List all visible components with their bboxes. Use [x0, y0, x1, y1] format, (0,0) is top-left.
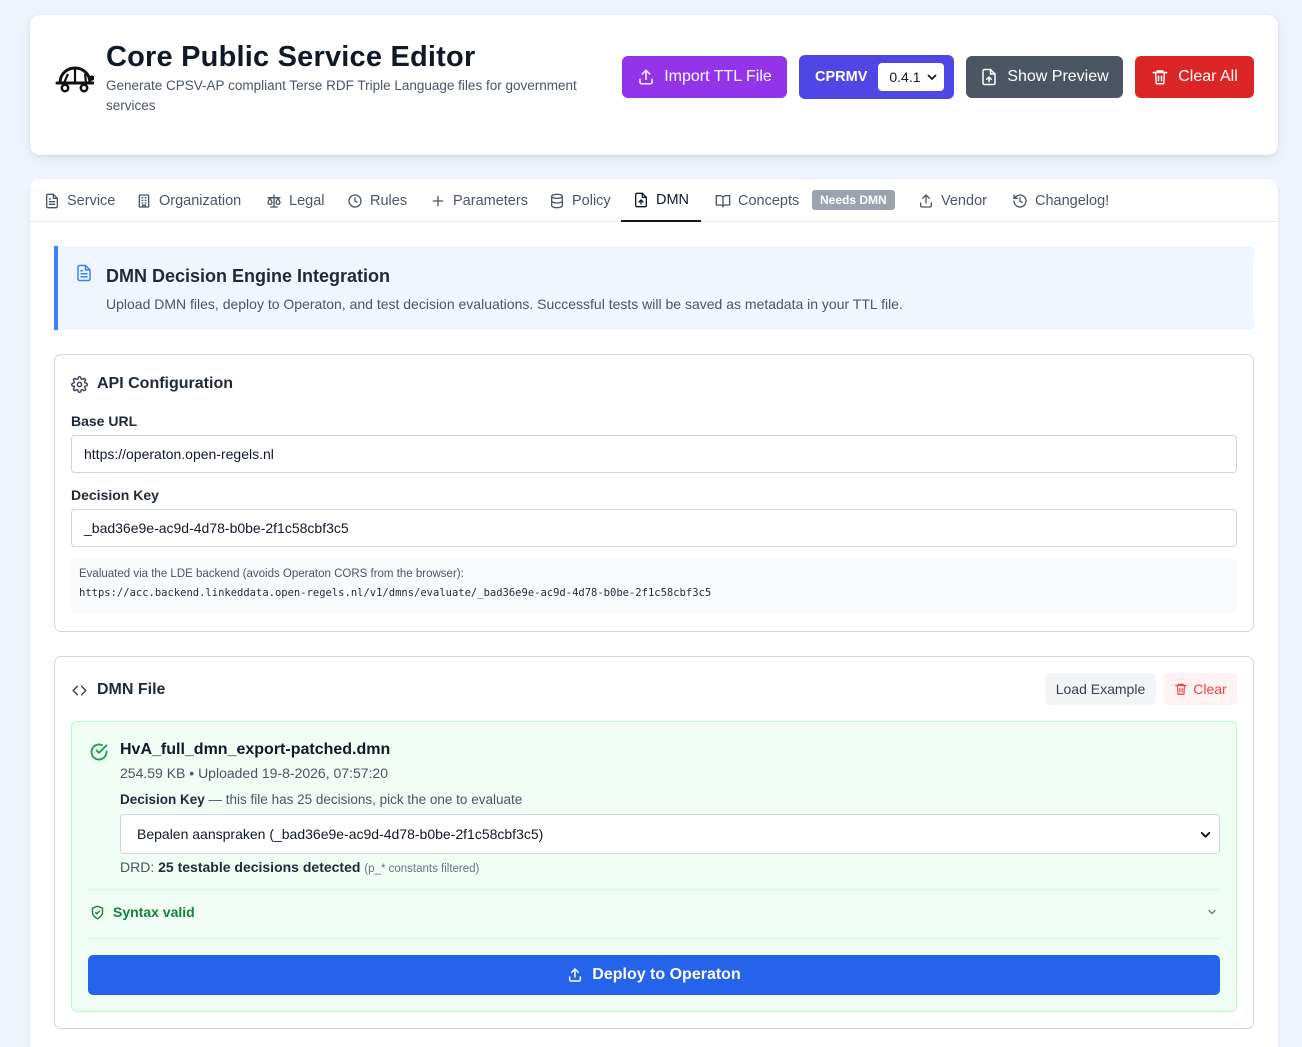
clear-all-button[interactable]: Clear All [1135, 56, 1254, 98]
tab-label: Parameters [453, 192, 528, 209]
tab-label: Policy [572, 192, 611, 209]
trash-icon [1152, 70, 1168, 85]
endpoint-info: Evaluated via the LDE backend (avoids Op… [71, 559, 1237, 613]
tab-label: Legal [289, 192, 325, 209]
show-preview-label: Show Preview [1007, 68, 1109, 85]
decision-key-input[interactable]: _bad36e9e-ac9d-4d78-b0be-2f1c58cbf3c5 [71, 509, 1237, 547]
upload-icon [639, 69, 653, 85]
code-icon [72, 685, 87, 695]
decision-key-hint-text: — this file has 25 decisions, pick the o… [204, 792, 523, 807]
building-icon [138, 193, 150, 208]
book-open-icon [715, 194, 731, 208]
main-card: Service Organization Legal Rules Paramet… [30, 179, 1278, 1047]
tab-changelog[interactable]: Changelog! [1012, 179, 1109, 222]
endpoint-url: https://acc.backend.linkeddata.open-rege… [79, 587, 712, 599]
app-title: Core Public Service Editor [106, 41, 476, 73]
uploaded-file-box: HvA_full_dmn_export-patched.dmn 254.59 K… [71, 721, 1237, 1012]
file-upload-icon [635, 192, 647, 207]
plus-icon [432, 195, 444, 206]
import-ttl-label: Import TTL File [664, 68, 772, 85]
upload-icon [920, 193, 932, 208]
drd-summary: DRD: 25 testable decisions detected (p_*… [120, 859, 479, 875]
tab-label: Service [67, 192, 116, 209]
divider [88, 889, 1220, 890]
tab-parameters[interactable]: Parameters [430, 179, 528, 222]
tab-label: Concepts [738, 192, 800, 209]
load-example-button[interactable]: Load Example [1045, 673, 1156, 705]
database-icon [551, 193, 563, 208]
endpoint-note: Evaluated via the LDE backend (avoids Op… [79, 568, 464, 580]
base-url-input[interactable]: https://operaton.open-regels.nl [71, 435, 1237, 473]
banner-title: DMN Decision Engine Integration [106, 266, 391, 286]
syntax-status-label: Syntax valid [113, 904, 195, 920]
file-name: HvA_full_dmn_export-patched.dmn [120, 741, 391, 758]
trash-icon [1175, 683, 1188, 695]
gear-icon [71, 375, 88, 393]
upload-icon [569, 968, 582, 982]
tab-organization[interactable]: Organization [136, 179, 241, 222]
tab-rules[interactable]: Rules [347, 179, 407, 222]
file-meta: 254.59 KB • Uploaded 19-8-2026, 07:57:20 [120, 765, 388, 781]
drd-prefix: DRD: [120, 859, 159, 875]
cprmv-version-group: CPRMV 0.4.1 [799, 55, 954, 99]
drd-note: (p_* constants filtered) [364, 863, 480, 875]
banner-text: Upload DMN files, deploy to Operaton, an… [106, 296, 903, 312]
api-configuration-heading: API Configuration [71, 375, 233, 393]
app-subtitle: Generate CPSV-AP compliant Terse RDF Tri… [106, 78, 577, 113]
decision-key-label: Decision Key [71, 487, 159, 503]
file-upload-icon [982, 68, 997, 86]
scale-icon [267, 193, 281, 208]
decision-key-select[interactable]: Bepalen aanspraken (_bad36e9e-ac9d-4d78-… [120, 814, 1220, 854]
show-preview-button[interactable]: Show Preview [966, 56, 1123, 98]
chevron-down-icon[interactable] [1206, 906, 1218, 918]
deploy-label: Deploy to Operaton [592, 966, 741, 983]
chevron-down-icon [1200, 831, 1211, 838]
clear-dmn-button[interactable]: Clear [1163, 673, 1238, 705]
history-icon [1013, 193, 1027, 208]
tab-service[interactable]: Service [44, 179, 115, 222]
dmn-file-title: DMN File [97, 681, 166, 698]
decision-key-hint-label: Decision Key [120, 792, 205, 807]
dmn-file-panel: DMN File Load Example Clear HvA_full_dmn… [54, 656, 1254, 1029]
needs-dmn-badge: Needs DMN [812, 190, 895, 210]
tab-label: DMN [656, 191, 690, 208]
info-banner: DMN Decision Engine Integration Upload D… [54, 246, 1254, 330]
clear-all-label: Clear All [1178, 68, 1238, 85]
chevron-down-icon [928, 74, 937, 80]
clear-dmn-label: Clear [1193, 681, 1227, 697]
tab-legal[interactable]: Legal [266, 179, 324, 222]
tab-label: Rules [370, 192, 408, 209]
import-ttl-button[interactable]: Import TTL File [622, 56, 787, 98]
check-circle-icon [90, 743, 108, 761]
shield-check-icon [91, 905, 104, 919]
tab-concepts[interactable]: Concepts [715, 179, 799, 222]
turtle-icon [55, 66, 94, 93]
tab-label: Organization [159, 192, 242, 209]
decision-key-hint: Decision Key — this file has 25 decision… [120, 792, 522, 807]
dmn-file-heading: DMN File [71, 681, 165, 699]
tab-label: Changelog! [1035, 192, 1110, 209]
tab-vendor[interactable]: Vendor [918, 179, 987, 222]
app-header: Core Public Service Editor Generate CPSV… [30, 15, 1278, 155]
cprmv-label: CPRMV [815, 69, 868, 85]
deploy-to-operaton-button[interactable]: Deploy to Operaton [88, 955, 1220, 995]
divider [88, 938, 1220, 939]
file-text-icon [77, 264, 91, 282]
tab-policy[interactable]: Policy [549, 179, 611, 222]
tab-label: Vendor [941, 192, 987, 209]
api-configuration-title: API Configuration [97, 375, 233, 392]
syntax-status-toggle[interactable]: Syntax valid [90, 904, 195, 920]
clock-icon [348, 193, 362, 208]
base-url-label: Base URL [71, 413, 138, 429]
tab-dmn[interactable]: DMN [621, 179, 702, 222]
cprmv-version-value: 0.4.1 [889, 69, 921, 85]
drd-count: 25 testable decisions detected [158, 859, 361, 875]
file-text-icon [46, 193, 58, 208]
tab-bar: Service Organization Legal Rules Paramet… [30, 179, 1278, 222]
decision-key-selected: Bepalen aanspraken (_bad36e9e-ac9d-4d78-… [137, 826, 544, 842]
cprmv-version-select[interactable]: 0.4.1 [878, 63, 945, 91]
api-configuration-panel: API Configuration Base URL https://opera… [54, 354, 1254, 632]
